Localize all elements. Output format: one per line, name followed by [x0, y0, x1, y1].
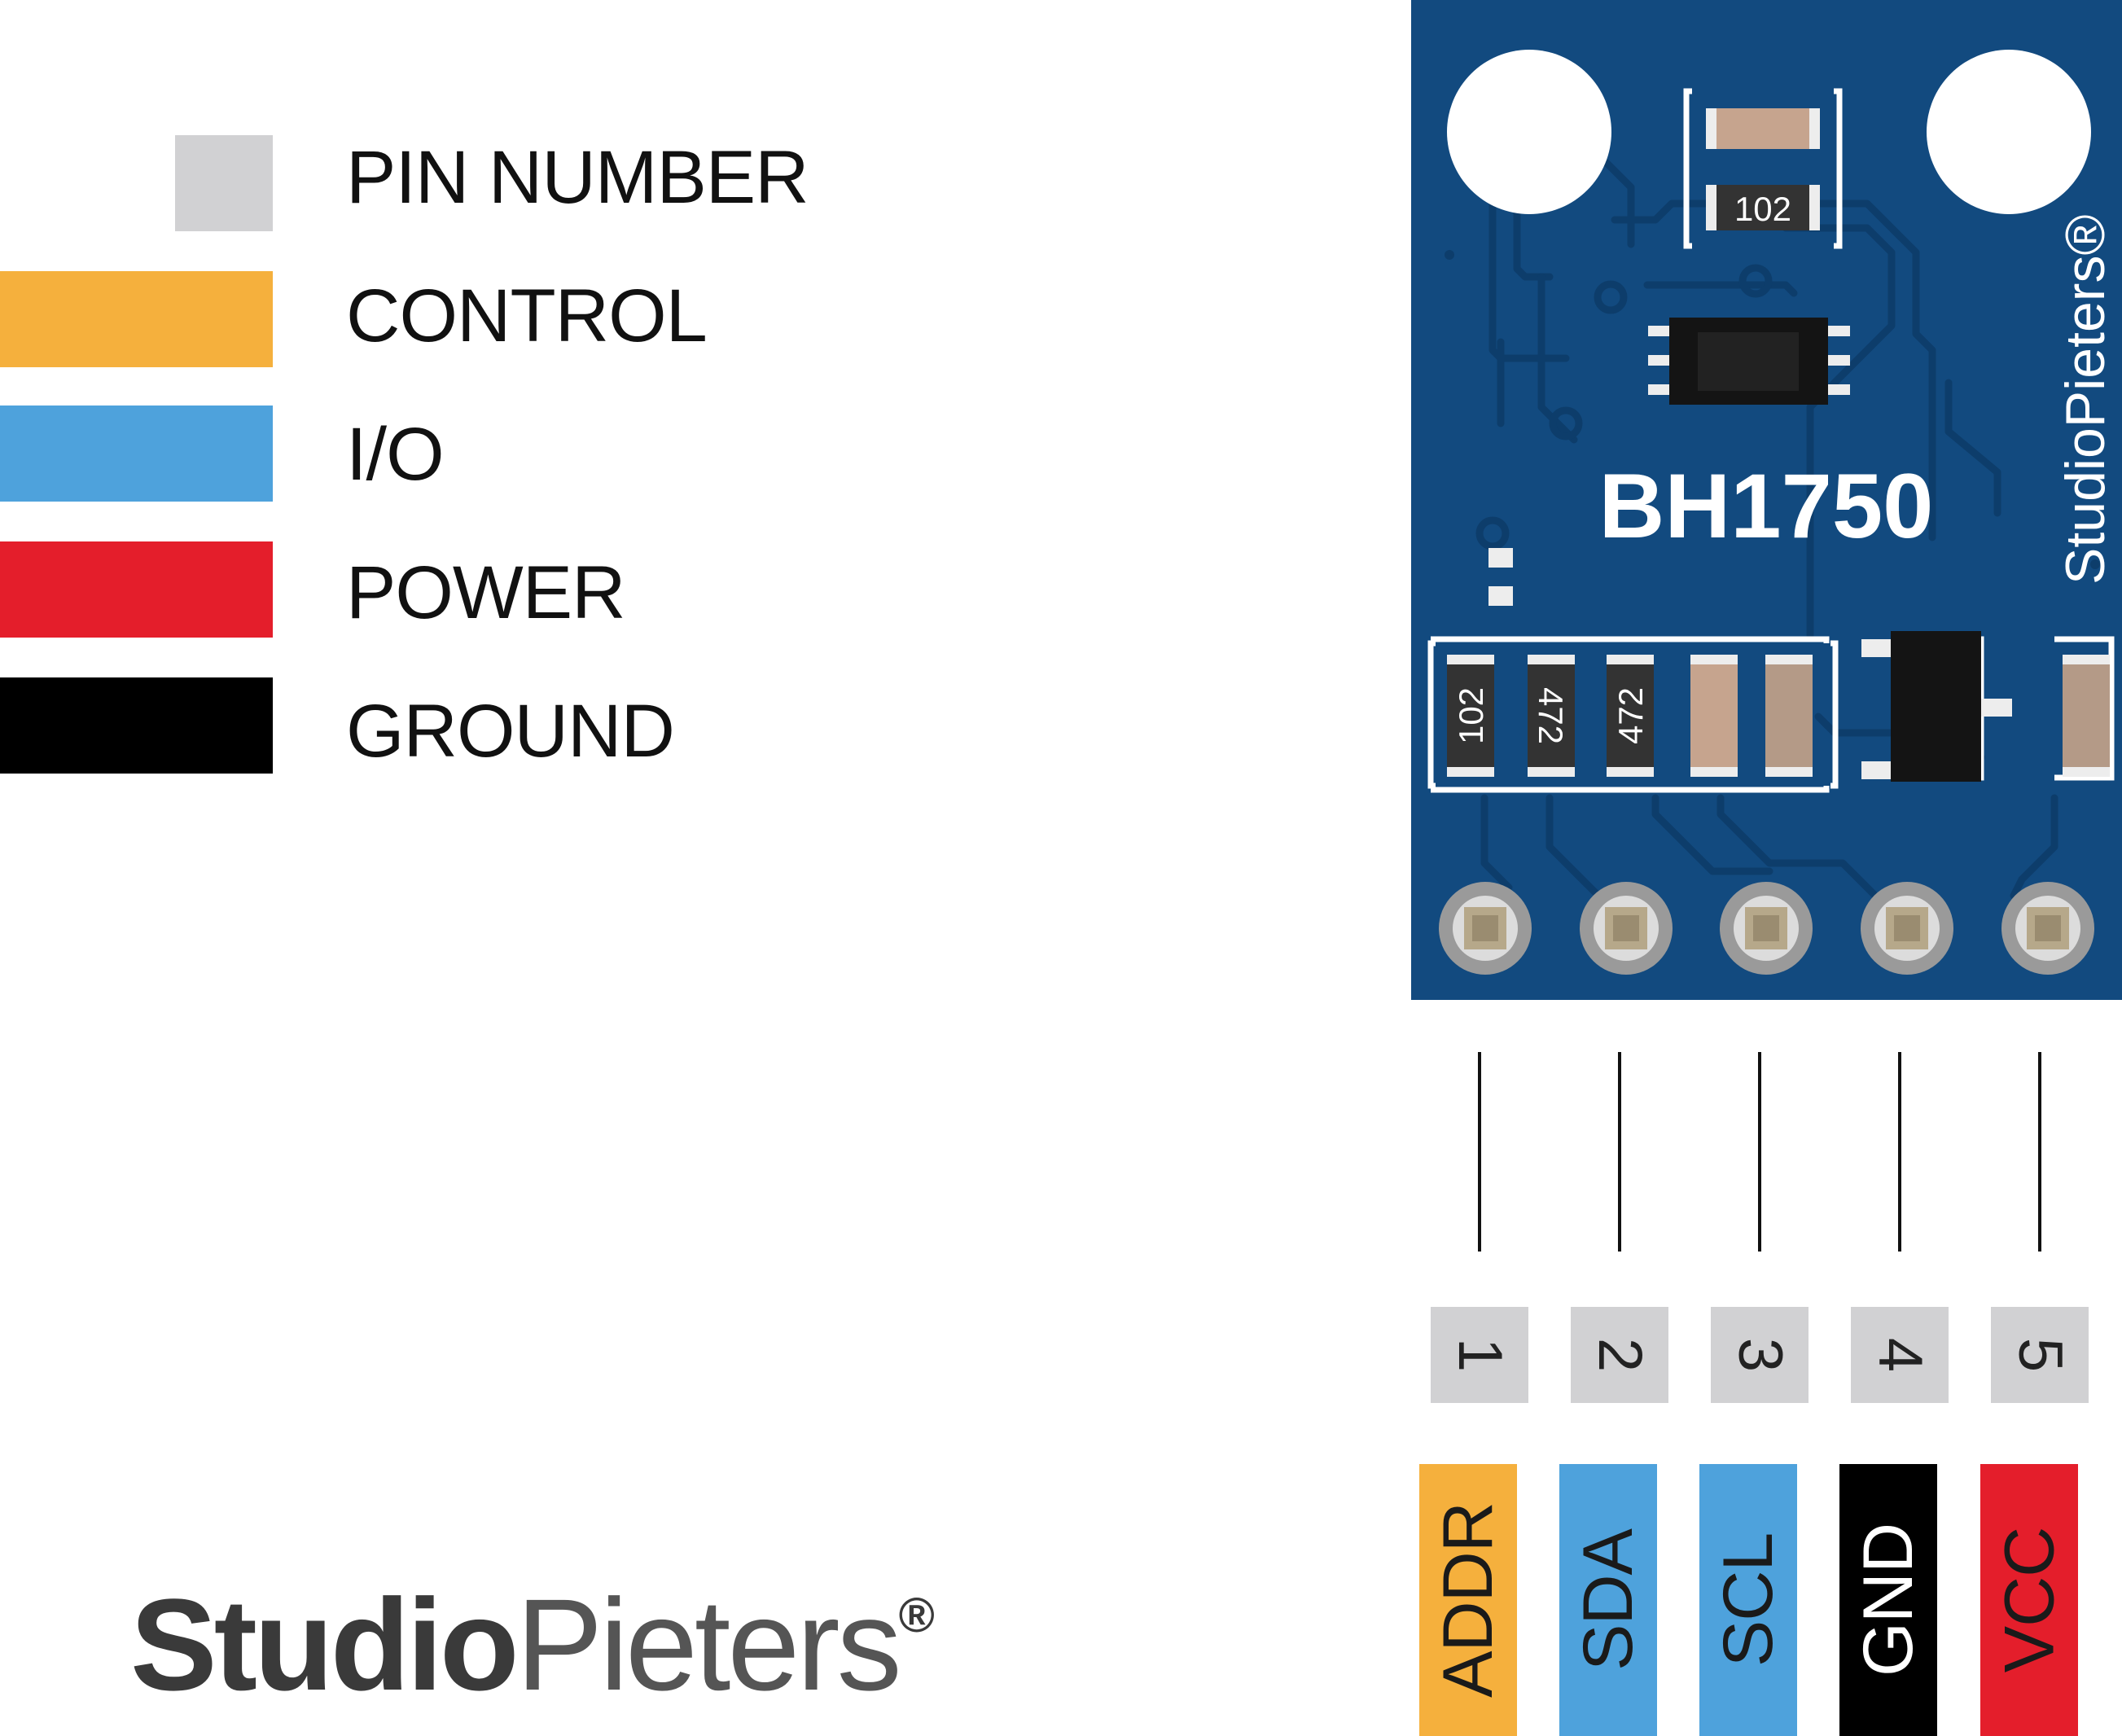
header-pin-1: [1439, 882, 1532, 975]
pin-2-function-box: SDA: [1559, 1464, 1657, 1736]
pin-5-function-box: VCC: [1980, 1464, 2078, 1736]
header-pin-3: [1720, 882, 1813, 975]
pin-5-function: VCC: [1990, 1527, 2069, 1673]
resistor-3: 472: [1607, 655, 1654, 777]
brand-logo-bold: Studio: [130, 1572, 520, 1717]
pin-1-number-box: 1: [1431, 1307, 1528, 1403]
legend-swatch-pin-number: [175, 135, 273, 231]
pin-4-function-box: GND: [1839, 1464, 1937, 1736]
top-resistor-label: 102: [1734, 190, 1791, 228]
pin-2-function: SDA: [1569, 1529, 1647, 1671]
resistor-1-label: 102: [1452, 687, 1490, 744]
top-capacitor: [1706, 108, 1820, 149]
brand-registered-mark: ®: [898, 1588, 935, 1642]
legend-label-power: POWER: [346, 551, 626, 634]
bh1750-chip: [1648, 318, 1850, 405]
brand-logo: StudioPieters®: [130, 1580, 935, 1710]
header-pin-5: [2001, 882, 2094, 975]
resistor-1: 102: [1447, 655, 1494, 777]
bh1750-board: 102 BH1750 StudioPieters® 102 472 472: [1411, 0, 2122, 1000]
pin-4-function: GND: [1849, 1523, 1928, 1677]
pin-1-function: ADDR: [1429, 1502, 1507, 1698]
legend-swatch-io: [0, 406, 273, 502]
resistor-row: 102 472 472: [1447, 655, 1654, 777]
legend-label-io: I/O: [346, 413, 445, 496]
pin-4-number: 4: [1866, 1337, 1935, 1373]
pin-3-number-box: 3: [1711, 1307, 1809, 1403]
resistor-3-label: 472: [1611, 687, 1650, 744]
legend-label-control: CONTROL: [346, 274, 708, 357]
led-pad-top: [1488, 548, 1513, 568]
header-pin-2: [1580, 882, 1673, 975]
mounting-hole-left: [1447, 50, 1611, 214]
pin-5-number-box: 5: [1991, 1307, 2089, 1403]
pin-5-number: 5: [2006, 1337, 2075, 1373]
pin-3-number: 3: [1725, 1337, 1795, 1373]
board-brand-text: StudioPieters®: [2054, 214, 2116, 585]
legend-swatch-control: [0, 271, 273, 367]
pin-3-function: SCL: [1709, 1532, 1788, 1668]
legend-swatch-power: [0, 541, 273, 638]
pin-2-number-box: 2: [1571, 1307, 1668, 1403]
pin-5-line: [2038, 1052, 2041, 1252]
resistor-2: 472: [1528, 655, 1575, 777]
pin-1-number: 1: [1445, 1337, 1515, 1373]
legend-label-ground: GROUND: [346, 690, 675, 773]
led-pad-bottom: [1488, 586, 1513, 606]
top-resistor-102: 102: [1706, 185, 1820, 230]
board-title: BH1750: [1599, 455, 1934, 557]
pin-3-function-box: SCL: [1699, 1464, 1797, 1736]
legend-swatch-ground: [0, 677, 273, 774]
pin-4-line: [1898, 1052, 1901, 1252]
pin-1-line: [1478, 1052, 1481, 1252]
mounting-hole-right: [1927, 50, 2091, 214]
resistor-2-label: 472: [1532, 687, 1570, 744]
pin-1-function-box: ADDR: [1419, 1464, 1517, 1736]
pin-2-line: [1618, 1052, 1621, 1252]
header-pin-4: [1861, 882, 1953, 975]
brand-logo-light: Pieters: [515, 1572, 902, 1717]
pin-3-line: [1758, 1052, 1761, 1252]
legend-label-pin-number: PIN NUMBER: [346, 136, 809, 219]
pin-2-number: 2: [1585, 1337, 1655, 1373]
pin-4-number-box: 4: [1851, 1307, 1949, 1403]
